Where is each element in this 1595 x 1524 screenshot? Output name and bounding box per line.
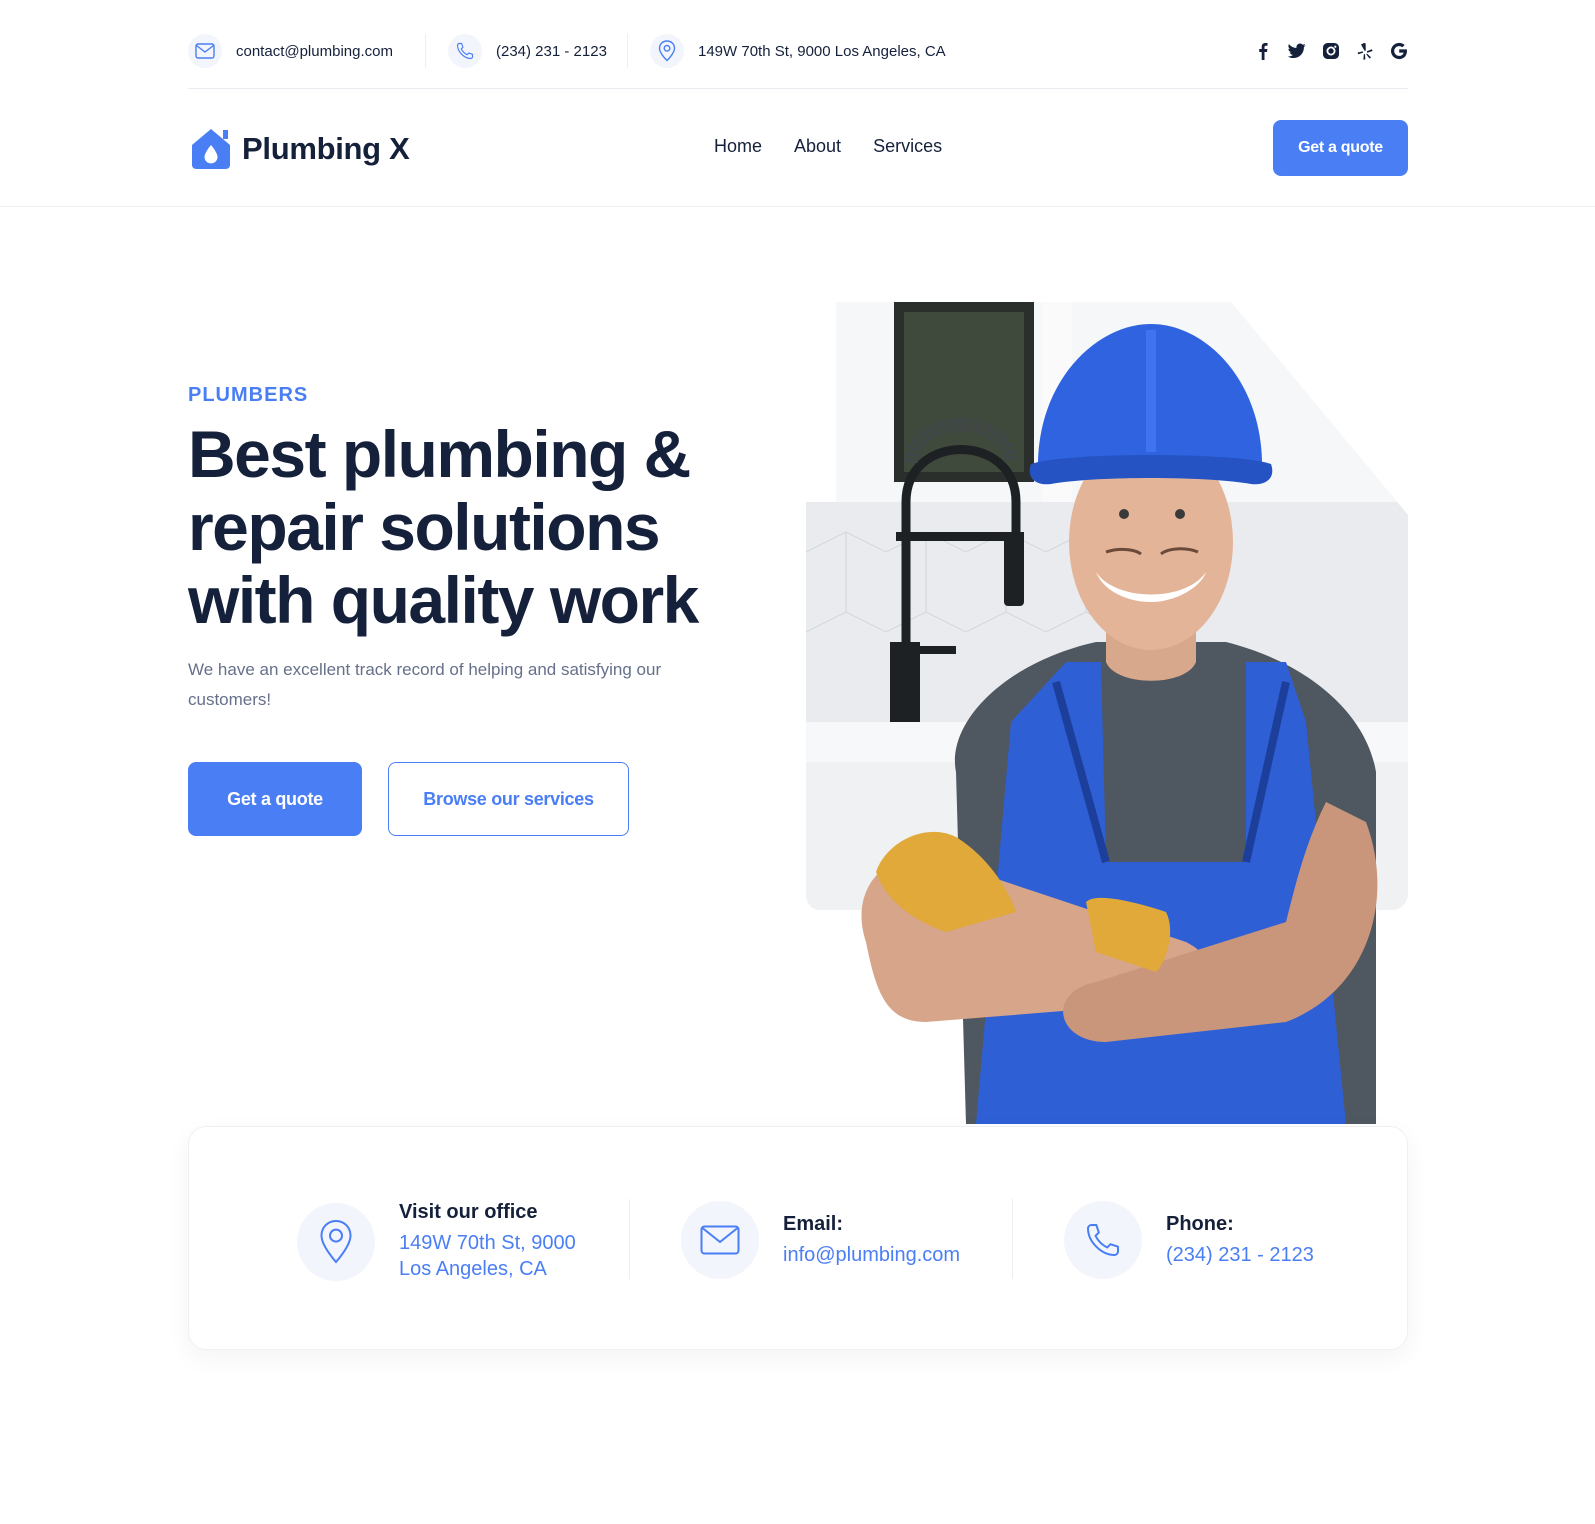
location-pin-icon [297,1202,375,1281]
top-phone-text[interactable]: (234) 231 - 2123 [496,43,607,60]
top-divider [188,88,1408,89]
site-logo[interactable]: Plumbing X [188,126,410,172]
hero-title-line: repair solutions [188,490,661,564]
yelp-icon[interactable] [1356,42,1374,60]
main-nav: Home About Services [714,136,942,157]
contact-info-card: Visit our office 149W 70th St, 9000 Los … [188,1126,1408,1350]
phone-icon [448,34,482,68]
phone-link[interactable]: (234) 231 - 2123 [1166,1242,1314,1268]
office-label: Visit our office [399,1201,538,1223]
divider [627,34,628,68]
hero-title-line: with quality work [188,563,699,637]
divider [425,34,426,68]
top-email[interactable]: contact@plumbing.com [188,28,393,74]
email-label: Email: [783,1212,844,1235]
divider [629,1199,630,1279]
hero-title-line: Best plumbing & [188,417,691,491]
hero-plumber-image [806,302,1408,1124]
hero-eyebrow: PLUMBERS [188,384,309,406]
mail-icon [188,34,222,68]
mail-icon [681,1201,759,1279]
hero-get-quote-button[interactable]: Get a quote [188,762,362,836]
top-email-text[interactable]: contact@plumbing.com [236,43,393,60]
email-info: Email: info@plumbing.com [681,1201,960,1279]
location-pin-icon [650,34,684,68]
email-link[interactable]: info@plumbing.com [783,1242,960,1268]
top-bar: contact@plumbing.com (234) 231 - 2123 14… [188,28,1408,84]
top-address-text: 149W 70th St, 9000 Los Angeles, CA [698,42,946,60]
office-info: Visit our office 149W 70th St, 9000 Los … [297,1201,576,1282]
social-links [1254,28,1408,74]
top-address: 149W 70th St, 9000 Los Angeles, CA [650,28,946,74]
office-address-line: 149W 70th St, 9000 [399,1232,576,1254]
twitter-icon[interactable] [1288,42,1306,60]
phone-info: Phone: (234) 231 - 2123 [1064,1201,1314,1279]
browse-services-button[interactable]: Browse our services [388,762,629,836]
nav-services[interactable]: Services [873,136,942,157]
divider [1012,1199,1013,1279]
hero-title: Best plumbing & repair solutions with qu… [188,418,748,637]
instagram-icon[interactable] [1322,42,1340,60]
office-address-line: Los Angeles, CA [399,1258,547,1280]
phone-label: Phone: [1166,1212,1234,1235]
logo-text: Plumbing X [242,131,410,166]
nav-about[interactable]: About [794,136,841,157]
phone-icon [1064,1201,1142,1279]
nav-home[interactable]: Home [714,136,762,157]
facebook-icon[interactable] [1254,42,1272,60]
top-phone[interactable]: (234) 231 - 2123 [448,28,607,74]
hero-subtitle: We have an excellent track record of hel… [188,660,662,709]
header-divider [0,206,1595,207]
house-drop-icon [192,129,230,169]
google-icon[interactable] [1390,42,1408,60]
header-get-quote-button[interactable]: Get a quote [1273,120,1408,176]
